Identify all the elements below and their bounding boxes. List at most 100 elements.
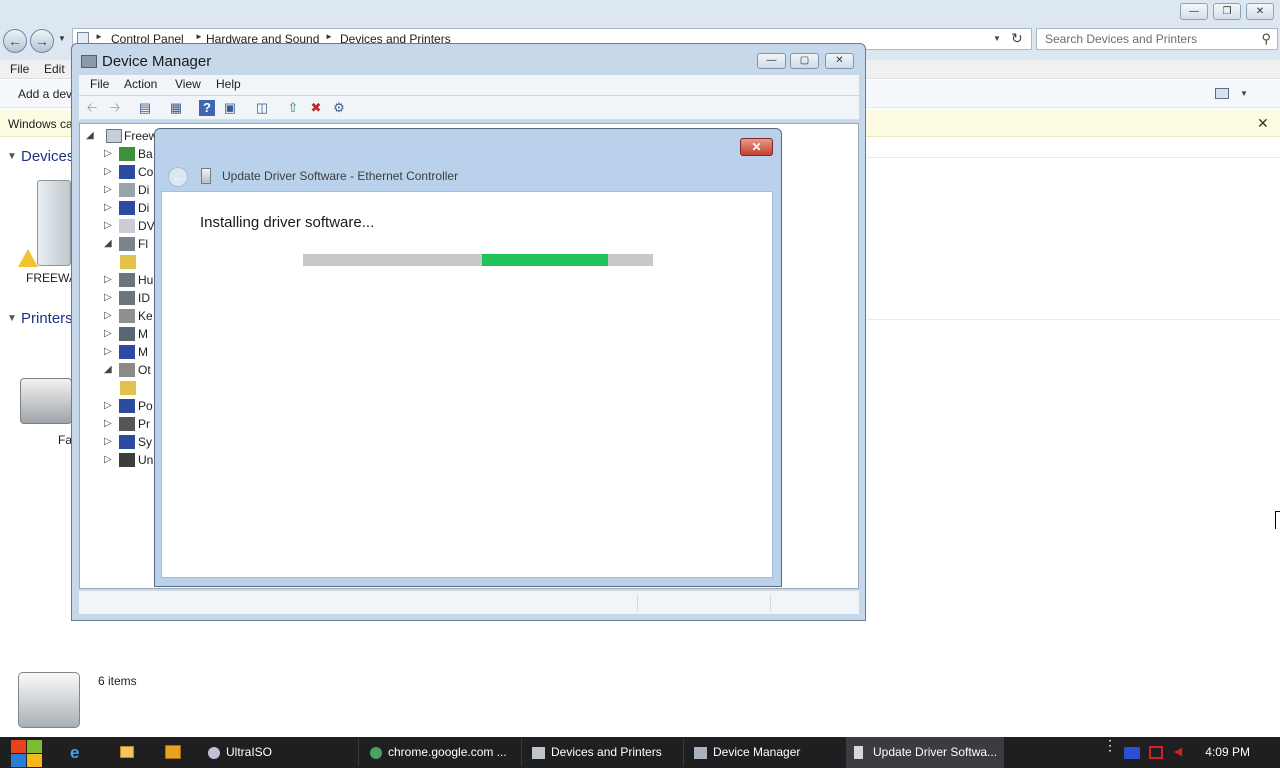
refresh-icon[interactable]: ↻ — [1011, 30, 1023, 47]
taskbar-device-manager[interactable]: Device Manager — [686, 737, 843, 768]
collapsed-chevron-icon[interactable]: ▷ — [104, 148, 112, 159]
action-pane-icon[interactable]: ▣ — [222, 100, 238, 116]
dialog-header: ← Update Driver Software - Ethernet Cont… — [161, 163, 775, 191]
dm-minimize-button[interactable]: — — [757, 53, 786, 69]
device-category-icon — [119, 201, 135, 215]
expanded-chevron-icon[interactable]: ◢ — [104, 238, 112, 249]
collapsed-chevron-icon[interactable]: ▷ — [104, 328, 112, 339]
recent-pages-chevron-icon[interactable]: ▼ — [58, 34, 66, 43]
tree-item-label: Po — [138, 399, 153, 413]
taskbar-devices-and-printers[interactable]: Devices and Printers — [524, 737, 681, 768]
tree-item-label: Di — [138, 183, 150, 197]
notification-overflow-icon[interactable]: ⋮ — [1103, 738, 1117, 752]
menu-edit[interactable]: Edit — [44, 62, 65, 76]
tree-item-label: Ot — [138, 363, 151, 377]
back-icon[interactable]: 🡠 — [84, 100, 100, 116]
chrome-icon — [370, 746, 382, 759]
volume-icon[interactable]: ◄ — [1171, 743, 1185, 759]
close-icon[interactable]: ✕ — [1257, 115, 1269, 132]
back-icon[interactable]: ← — [168, 167, 188, 187]
update-driver-icon — [854, 746, 863, 760]
collapsed-chevron-icon[interactable]: ▷ — [104, 184, 112, 195]
items-count: 6 items — [98, 674, 137, 688]
device-category-icon — [119, 327, 135, 341]
help-icon[interactable]: ? — [199, 100, 215, 116]
dm-menu-action[interactable]: Action — [124, 77, 157, 91]
collapsed-chevron-icon[interactable]: ▷ — [104, 400, 112, 411]
device-label-computer[interactable]: FREEWA — [26, 271, 77, 285]
minimize-button[interactable]: — — [1180, 3, 1208, 20]
clock[interactable]: 4:09 PM — [1205, 737, 1250, 768]
installation-progress-bar — [303, 254, 653, 266]
close-button[interactable]: ✕ — [740, 138, 773, 156]
tree-item-label: DV — [138, 219, 155, 233]
dm-close-button[interactable]: ✕ — [825, 53, 854, 69]
back-icon[interactable]: ← — [3, 29, 27, 53]
tree-item-label: Di — [138, 201, 150, 215]
update-driver-icon[interactable]: ⇧ — [285, 100, 301, 116]
search-input[interactable]: Search Devices and Printers ⚲ — [1036, 28, 1278, 50]
collapsed-chevron-icon[interactable]: ▷ — [104, 310, 112, 321]
collapsed-chevron-icon[interactable]: ▷ — [104, 346, 112, 357]
search-icon[interactable]: ⚲ — [1261, 31, 1271, 47]
media-player-icon[interactable] — [165, 745, 181, 759]
dm-menu-file[interactable]: File — [90, 77, 109, 91]
disable-device-icon[interactable]: ⚙ — [331, 100, 347, 116]
device-category-icon — [119, 363, 135, 377]
internet-explorer-icon[interactable]: e — [70, 743, 79, 763]
scan-hardware-icon[interactable]: ◫ — [254, 100, 270, 116]
device-manager-title: Device Manager — [102, 53, 212, 70]
collapsed-chevron-icon[interactable]: ▷ — [104, 220, 112, 231]
network-adapter-icon — [201, 168, 211, 184]
properties-icon[interactable]: ▦ — [168, 100, 184, 116]
collapsed-chevron-icon[interactable]: ▷ — [104, 436, 112, 447]
tree-item-label: Un — [138, 453, 154, 467]
forward-icon[interactable]: → — [30, 29, 54, 53]
dialog-title: Update Driver Software - Ethernet Contro… — [222, 169, 459, 183]
printer-camera-icon — [18, 672, 80, 728]
menu-file[interactable]: File — [10, 62, 29, 76]
forward-icon[interactable]: 🡢 — [107, 100, 123, 116]
device-label-fax[interactable]: Fa — [58, 433, 72, 447]
start-button[interactable] — [8, 739, 44, 767]
collapsed-chevron-icon[interactable]: ▷ — [104, 166, 112, 177]
collapsed-chevron-icon[interactable]: ▷ — [104, 418, 112, 429]
taskbar-ultraiso[interactable]: UltraISO — [200, 737, 356, 768]
tree-item-label: Pr — [138, 417, 150, 431]
collapse-devices-chevron-icon[interactable]: ▼ — [7, 151, 17, 162]
tree-item-label: Fl — [138, 237, 148, 251]
dm-menu-help[interactable]: Help — [216, 77, 241, 91]
collapse-printers-chevron-icon[interactable]: ▼ — [7, 313, 17, 324]
device-manager-app-icon — [81, 55, 97, 68]
tree-root-label: Freew — [124, 129, 158, 143]
devices-section-header[interactable]: Devices — [21, 148, 74, 165]
restore-button[interactable]: ❐ — [1213, 3, 1241, 20]
uninstall-device-icon[interactable]: ✖ — [308, 100, 324, 116]
dm-menu-view[interactable]: View — [175, 77, 201, 91]
expanded-chevron-icon[interactable]: ◢ — [104, 364, 112, 375]
taskbar-label: Devices and Printers — [551, 745, 662, 759]
computer-device-icon[interactable] — [37, 180, 71, 266]
network-icon[interactable] — [1149, 746, 1163, 759]
dm-menu-bar: File Action View Help — [79, 75, 859, 95]
dm-status-bar — [79, 590, 859, 614]
expanded-chevron-icon[interactable]: ◢ — [86, 130, 94, 141]
add-device-button[interactable]: Add a dev — [18, 87, 72, 101]
taskbar-update-driver[interactable]: Update Driver Softwa... — [846, 737, 1004, 768]
file-explorer-icon[interactable] — [120, 746, 134, 758]
fax-printer-icon[interactable] — [20, 378, 72, 424]
action-center-flag-icon[interactable] — [1124, 747, 1140, 759]
address-dropdown-icon[interactable]: ▼ — [993, 34, 1001, 43]
collapsed-chevron-icon[interactable]: ▷ — [104, 202, 112, 213]
collapsed-chevron-icon[interactable]: ▷ — [104, 292, 112, 303]
printers-section-header[interactable]: Printers — [21, 310, 73, 327]
taskbar-chrome[interactable]: chrome.google.com ... — [362, 737, 519, 768]
dm-maximize-button[interactable]: ▢ — [790, 53, 819, 69]
change-view-icon[interactable] — [1215, 88, 1229, 99]
show-hide-console-tree-icon[interactable]: ▤ — [137, 100, 153, 116]
device-category-icon — [119, 147, 135, 161]
collapsed-chevron-icon[interactable]: ▷ — [104, 454, 112, 465]
view-options-chevron-icon[interactable]: ▼ — [1240, 89, 1248, 98]
collapsed-chevron-icon[interactable]: ▷ — [104, 274, 112, 285]
close-button[interactable]: ✕ — [1246, 3, 1274, 20]
